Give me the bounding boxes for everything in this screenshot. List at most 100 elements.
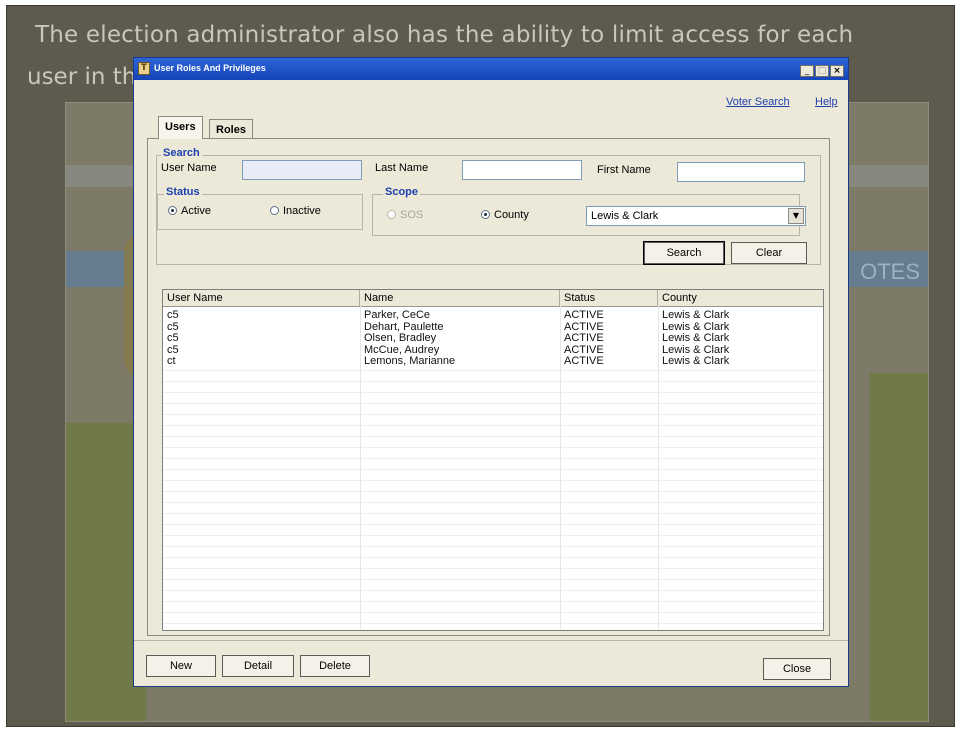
grid-line [163, 392, 823, 393]
minimize-icon[interactable]: _ [800, 65, 814, 77]
table-cell-county: Lewis & Clark [662, 355, 730, 367]
table-row[interactable]: c5 Olsen, Bradley ACTIVE Lewis & Clark [163, 332, 823, 344]
scope-county-label: County [494, 209, 529, 221]
table-row[interactable]: ct Lemons, Marianne ACTIVE Lewis & Clark [163, 355, 823, 367]
app-icon: T [138, 62, 150, 75]
clear-button[interactable]: Clear [731, 242, 807, 264]
grid-line [163, 447, 823, 448]
grid-line [163, 535, 823, 536]
new-button[interactable]: New [146, 655, 216, 677]
grid-line [163, 381, 823, 382]
user-name-input[interactable] [242, 160, 362, 180]
slide-caption-line1: The election administrator also has the … [35, 22, 854, 48]
status-inactive-radio[interactable]: Inactive [270, 205, 321, 217]
close-button[interactable]: Close [763, 658, 831, 680]
search-button[interactable]: Search [644, 242, 724, 264]
status-inactive-label: Inactive [283, 205, 321, 217]
table-cell-county: Lewis & Clark [662, 332, 730, 344]
grid-line [163, 370, 823, 371]
first-name-label: First Name [597, 164, 651, 176]
column-divider [560, 306, 561, 630]
footer-divider [134, 640, 848, 641]
detail-button[interactable]: Detail [222, 655, 294, 677]
scope-group-title: Scope [383, 186, 421, 198]
grid-line [163, 513, 823, 514]
status-group-title: Status [164, 186, 202, 198]
last-name-input[interactable] [462, 160, 582, 180]
grid-line [163, 546, 823, 547]
grid-line [163, 579, 823, 580]
table-cell-name: Dehart, Paulette [364, 320, 444, 333]
tab-roles[interactable]: Roles [209, 119, 253, 139]
grid-line [163, 623, 823, 624]
tab-users[interactable]: Users [158, 116, 203, 139]
column-header-user-name[interactable]: User Name [163, 290, 360, 306]
status-group: Status Active Inactive [157, 186, 363, 230]
grid-line [163, 612, 823, 613]
grid-line [163, 480, 823, 481]
table-cell-user: c5 [167, 332, 179, 344]
grid-line [163, 524, 823, 525]
county-select-value: Lewis & Clark [591, 210, 659, 222]
radio-unselected-icon [270, 206, 279, 215]
grid-line [163, 491, 823, 492]
column-header-county[interactable]: County [658, 290, 823, 306]
grid-line [163, 403, 823, 404]
close-icon[interactable]: × [830, 65, 844, 77]
radio-selected-icon [168, 206, 177, 215]
grid-line [163, 458, 823, 459]
table-cell-county: Lewis & Clark [662, 309, 730, 321]
maximize-icon[interactable]: □ [815, 65, 829, 77]
user-roles-window: T User Roles And Privileges _ □ × Voter … [133, 57, 849, 687]
table-cell-user: c5 [167, 309, 179, 321]
table-cell-name: McCue, Audrey [364, 343, 440, 356]
table-cell-county: Lewis & Clark [662, 343, 730, 356]
window-title: User Roles And Privileges [154, 63, 266, 73]
column-divider [360, 306, 361, 630]
status-active-label: Active [181, 205, 211, 217]
search-group-title: Search [161, 147, 202, 159]
county-select[interactable]: Lewis & Clark ▼ [586, 206, 806, 226]
grid-line [163, 568, 823, 569]
table-cell-name: Parker, CeCe [364, 309, 431, 321]
grid-line [163, 414, 823, 415]
grid-line [163, 436, 823, 437]
background-banner-text: OTES [860, 259, 920, 284]
scope-county-radio[interactable]: County [481, 209, 529, 221]
users-table: User Name Name Status County c5 Parker, C… [162, 289, 824, 631]
last-name-label: Last Name [375, 162, 429, 174]
column-header-name[interactable]: Name [360, 290, 560, 306]
grid-line [163, 557, 823, 558]
scope-sos-radio[interactable]: SOS [387, 209, 423, 221]
status-active-radio[interactable]: Active [168, 205, 211, 217]
table-row[interactable]: c5 Parker, CeCe ACTIVE Lewis & Clark [163, 309, 823, 321]
table-cell-user: ct [167, 355, 176, 367]
table-cell-county: Lewis & Clark [662, 320, 730, 333]
table-cell-user: c5 [167, 343, 179, 356]
grid-line [163, 469, 823, 470]
table-cell-status: ACTIVE [564, 355, 604, 367]
table-row[interactable]: c5 Dehart, Paulette ACTIVE Lewis & Clark [163, 320, 823, 333]
table-header: User Name Name Status County [163, 290, 823, 307]
help-link[interactable]: Help [815, 96, 838, 108]
table-cell-status: ACTIVE [564, 320, 604, 333]
grid-line [163, 601, 823, 602]
grid-line [163, 590, 823, 591]
table-cell-status: ACTIVE [564, 332, 604, 344]
background-grass-right [870, 373, 928, 721]
table-cell-name: Lemons, Marianne [364, 355, 456, 367]
delete-button[interactable]: Delete [300, 655, 370, 677]
table-cell-name: Olsen, Bradley [364, 332, 437, 344]
column-header-status[interactable]: Status [560, 290, 658, 306]
table-row[interactable]: c5 McCue, Audrey ACTIVE Lewis & Clark [163, 343, 823, 356]
window-titlebar[interactable]: T User Roles And Privileges _ □ × [134, 58, 848, 80]
column-divider [658, 306, 659, 630]
table-cell-status: ACTIVE [564, 343, 604, 356]
grid-line [163, 502, 823, 503]
chevron-down-icon[interactable]: ▼ [788, 208, 804, 224]
first-name-input[interactable] [677, 162, 805, 182]
radio-disabled-icon [387, 210, 396, 219]
radio-selected-icon [481, 210, 490, 219]
voter-search-link[interactable]: Voter Search [726, 96, 790, 108]
grid-line [163, 425, 823, 426]
